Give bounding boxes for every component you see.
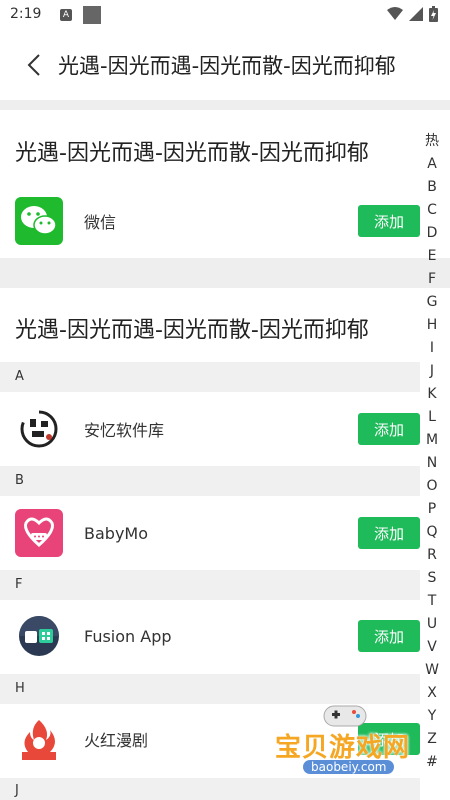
index-item[interactable]: G — [422, 291, 442, 314]
watermark-text: 宝贝游戏网 — [275, 733, 411, 763]
index-item[interactable]: E — [422, 245, 442, 268]
list-item[interactable]: BabyMo 添加 — [0, 494, 420, 572]
index-item[interactable]: A — [422, 153, 442, 176]
index-item[interactable]: S — [422, 567, 442, 590]
index-item[interactable]: I — [422, 337, 442, 360]
app-header: 光遇-因光而遇-因光而散-因光而抑郁 — [0, 30, 450, 100]
add-button[interactable]: 添加 — [358, 413, 420, 445]
list-item[interactable]: 安忆软件库 添加 — [0, 390, 420, 468]
gamepad-icon — [323, 705, 367, 727]
index-item[interactable]: 热 — [422, 130, 442, 153]
huohong-manju-icon — [15, 715, 63, 763]
letter-header-f: F — [0, 570, 420, 600]
list-item[interactable]: 微信 添加 — [0, 182, 420, 260]
app-name: BabyMo — [84, 523, 148, 543]
index-item[interactable]: Z — [422, 728, 442, 751]
index-item[interactable]: M — [422, 429, 442, 452]
watermark-url: baobeiy.com — [303, 760, 395, 774]
letter-header-b: B — [0, 466, 420, 496]
index-item[interactable]: L — [422, 406, 442, 429]
signal-icon — [409, 7, 423, 21]
fusion-app-icon — [15, 612, 63, 660]
app-name: 微信 — [84, 213, 117, 232]
divider — [0, 100, 450, 110]
index-item[interactable]: # — [422, 751, 442, 774]
app-name: Fusion App — [84, 626, 172, 646]
index-item[interactable]: W — [422, 659, 442, 682]
list-item[interactable]: Fusion App 添加 — [0, 597, 420, 675]
index-item[interactable]: C — [422, 199, 442, 222]
index-item[interactable]: N — [422, 452, 442, 475]
watermark: 宝贝游戏网 baobeiy.com — [275, 700, 425, 785]
battery-icon — [429, 6, 438, 22]
section-title-hot: 光遇-因光而遇-因光而散-因光而抑郁 — [15, 141, 369, 166]
index-item[interactable]: H — [422, 314, 442, 337]
index-item[interactable]: D — [422, 222, 442, 245]
letter-header-a: A — [0, 362, 420, 392]
page-title: 光遇-因光而遇-因光而散-因光而抑郁 — [58, 54, 396, 78]
index-item[interactable]: Y — [422, 705, 442, 728]
chevron-left-icon — [27, 54, 40, 76]
notification-a-icon: A — [60, 9, 72, 21]
app-name: 安忆软件库 — [84, 421, 165, 440]
wechat-icon — [15, 197, 63, 245]
back-button[interactable] — [12, 43, 56, 87]
index-item[interactable]: Q — [422, 521, 442, 544]
status-time: 2:19 — [10, 6, 42, 22]
index-item[interactable]: X — [422, 682, 442, 705]
add-button[interactable]: 添加 — [358, 205, 420, 237]
index-item[interactable]: R — [422, 544, 442, 567]
index-item[interactable]: T — [422, 590, 442, 613]
index-item[interactable]: B — [422, 176, 442, 199]
babymo-icon — [15, 509, 63, 557]
index-item[interactable]: U — [422, 613, 442, 636]
notification-square-icon — [83, 6, 101, 24]
index-item[interactable]: P — [422, 498, 442, 521]
anyi-logo-icon — [15, 405, 63, 453]
index-item[interactable]: F — [422, 268, 442, 291]
section-title-all: 光遇-因光而遇-因光而散-因光而抑郁 — [15, 318, 369, 343]
divider — [0, 258, 450, 288]
alphabet-index-bar[interactable]: 热 A B C D E F G H I J K L M N O P Q R S … — [422, 130, 442, 774]
add-button[interactable]: 添加 — [358, 517, 420, 549]
wifi-icon — [387, 7, 403, 20]
status-bar: 2:19 A — [0, 0, 450, 30]
index-item[interactable]: O — [422, 475, 442, 498]
index-item[interactable]: J — [422, 360, 442, 383]
add-button[interactable]: 添加 — [358, 620, 420, 652]
index-item[interactable]: V — [422, 636, 442, 659]
index-item[interactable]: K — [422, 383, 442, 406]
